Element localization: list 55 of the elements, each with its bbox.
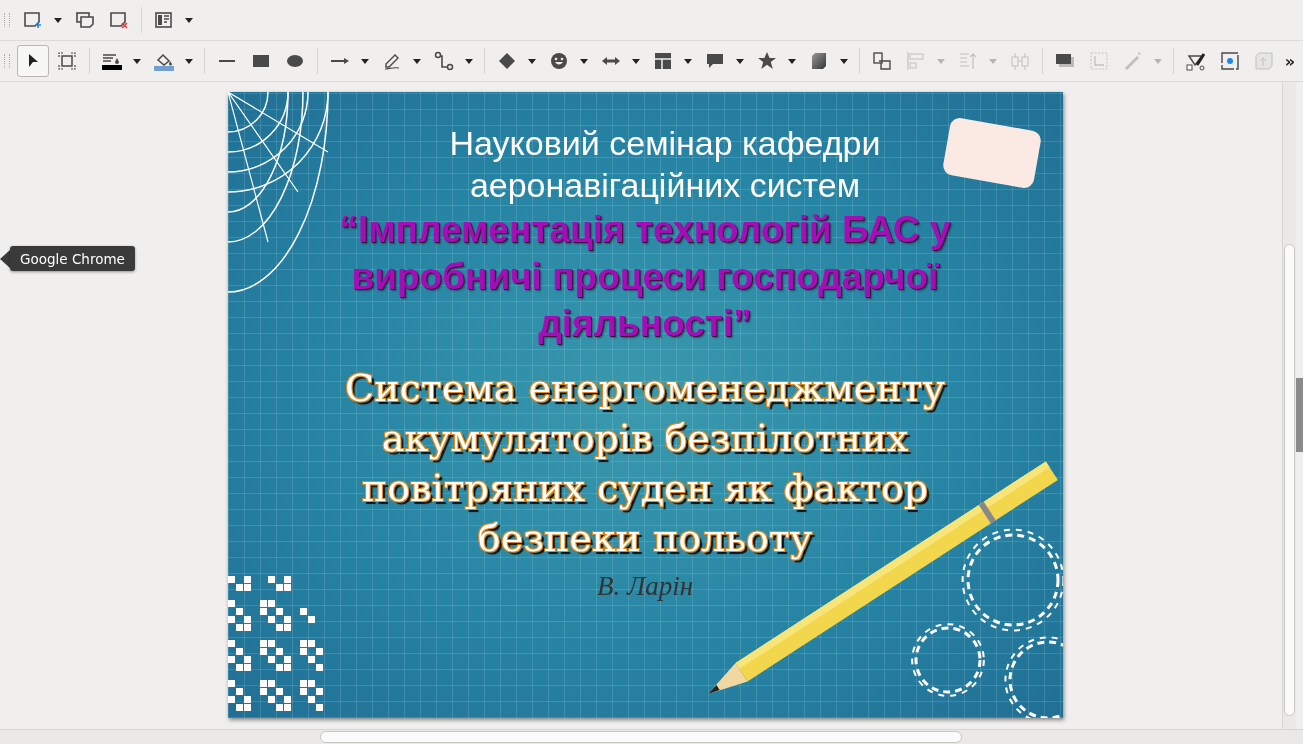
align-left-icon [906,51,926,71]
caret-icon [788,58,796,64]
points-icon [1186,51,1206,71]
caret-icon [632,58,640,64]
connector-icon [434,51,454,71]
line-icon [219,60,235,62]
star-icon [757,51,777,71]
talk-title: Система енергоменеджменту акумуляторів безпілотних повітряних суден як фактор безпеки польоту [345,365,945,562]
caret-icon [937,58,945,64]
sidebar-handle[interactable] [1296,378,1303,452]
caret-icon [580,58,588,64]
diamond-icon [497,51,517,71]
slide-layout-icon [154,10,174,30]
line-color-icon [102,51,122,71]
zoom-frame-icon [57,51,77,71]
caret-icon [736,58,744,64]
delete-slide-icon [109,10,129,30]
crop-icon [1089,51,1109,71]
seminar-title: “Імплементація технологій БАС у виробничі процеси господарчої діяльності” [339,208,951,346]
scrollbar-thumb[interactable] [1284,244,1295,716]
new-slide-icon [23,10,43,30]
caret-icon [1154,58,1162,64]
horizontal-scrollbar[interactable] [0,729,1303,744]
slide-header: Науковий семінар кафедри аеронавігаційних систем [449,123,881,206]
toolbar-grip[interactable] [4,13,10,27]
caret-icon [413,58,421,64]
author-name: В. Ларін [596,571,694,602]
toolbar-overflow[interactable]: » [1284,51,1295,71]
vertical-scrollbar[interactable] [1282,82,1296,729]
glue-point-icon [1220,51,1240,71]
smiley-icon [549,51,569,71]
caret-icon [989,58,997,64]
caret-icon [684,58,692,64]
scrollbar-thumb[interactable] [320,731,962,743]
caret-icon [528,58,536,64]
extrusion-icon [1254,51,1274,71]
grid-icon [653,51,673,71]
overlap-icon [872,51,892,71]
duplicate-slide-icon [75,10,95,30]
caret-icon [185,58,193,64]
fill-color-icon [154,51,174,71]
toolbar-button[interactable] [17,45,49,77]
speech-bubble-icon [705,51,725,71]
toolbar-grip[interactable] [4,54,10,68]
caret-icon [54,17,62,23]
caret-icon [361,58,369,64]
wand-icon [1123,51,1143,71]
caret-icon [133,58,141,64]
caret-icon [840,58,848,64]
caret-icon [465,58,473,64]
align-top-icon [958,51,978,71]
caret-icon [185,17,193,23]
tooltip-arrow-icon [0,250,10,268]
cube-icon [809,51,829,71]
distribute-icon [1010,51,1030,71]
